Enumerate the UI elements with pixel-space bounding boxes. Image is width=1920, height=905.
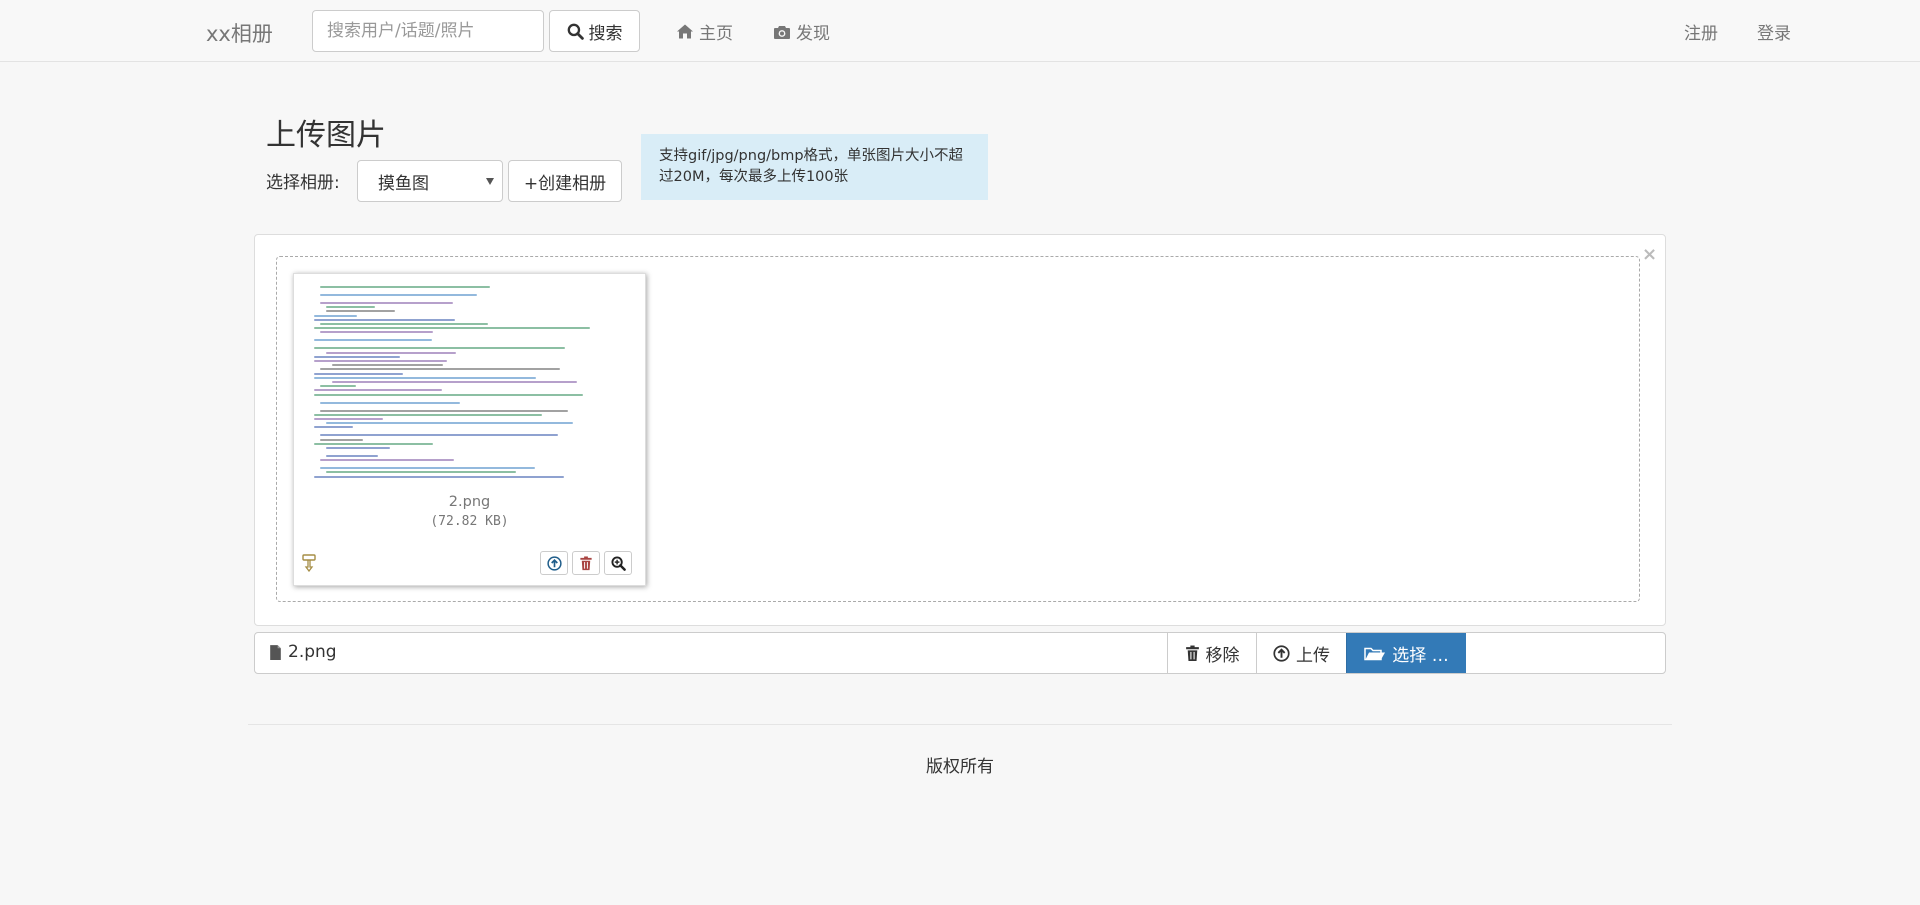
thumbnail-code-line [314,355,400,358]
file-caption-text: 2.png [288,642,337,662]
footer-copyright: 版权所有 [926,757,994,777]
nav-login-link[interactable]: 登录 [1757,19,1791,44]
thumbnail-code-line [320,294,477,296]
upload-icon [1273,644,1290,662]
remove-button[interactable]: 移除 [1167,633,1256,673]
preview-upload-button[interactable] [540,551,568,575]
upload-button-label: 上传 [1296,645,1330,666]
search-button-label: 搜索 [588,23,623,44]
thumbnail-code-line [326,351,457,354]
thumbnail-code-line [314,426,354,429]
thumbnail-code-line [320,368,560,371]
drag-handle-icon[interactable] [302,554,316,572]
thumbnail-code-line [320,323,488,325]
thumbnail-code-line [320,434,558,437]
thumbnail-code-line [326,422,574,425]
thumbnail-code-line [332,364,444,367]
thumbnail-code-line [314,339,432,342]
thumbnail-code-line [314,393,584,396]
create-album-button[interactable]: +创建相册 [508,160,622,202]
thumbnail-code-line [314,347,566,350]
remove-button-label: 移除 [1205,645,1240,666]
page-title: 上传图片 [266,118,386,153]
thumbnail-code-line [326,310,396,313]
preview-delete-button[interactable] [572,551,600,575]
thumbnail-code-line [326,471,516,474]
thumbnail-code-line [320,385,357,388]
brand-logo[interactable]: xx相册 [206,18,273,48]
thumbnail-code-line [320,438,363,441]
thumbnail-code-line [320,467,535,470]
chevron-down-icon [486,178,494,185]
nav-discover-link[interactable]: 发现 [773,19,830,44]
search-input[interactable] [312,10,544,52]
thumbnail-code-line [314,376,536,379]
upload-button[interactable]: 上传 [1256,633,1346,673]
thumbnail-code-line [314,475,565,478]
nav-register-link[interactable]: 注册 [1684,19,1718,44]
preview-thumbnail [306,282,636,492]
close-icon[interactable]: × [1642,244,1657,265]
album-select[interactable]: 摸鱼图 [357,160,503,202]
thumbnail-code-line [326,447,391,449]
file-caption[interactable]: 2.png [269,642,337,662]
upload-info-alert: 支持gif/jpg/png/bmp格式，单张图片大小不超过20M，每次最多上传1… [641,134,988,200]
file-preview-card: 2.png (72.82 KB) [293,273,646,586]
search-icon [567,23,584,40]
nav-home-link[interactable]: 主页 [676,19,733,44]
home-icon [677,24,693,39]
thumbnail-code-line [314,389,443,392]
file-icon [270,644,281,660]
footer-divider [248,724,1672,725]
thumbnail-code-line [314,327,591,330]
thumbnail-code-line [314,442,433,445]
search-button[interactable]: 搜索 [549,10,640,52]
nav-discover-label: 发现 [796,24,830,44]
nav-home-label: 主页 [699,24,733,44]
preview-filesize: (72.82 KB) [430,514,509,529]
thumbnail-code-line [320,459,454,462]
navbar: xx相册 搜索 主页 发现 注册 登录 [0,0,1920,62]
preview-filename: 2.png [448,494,491,510]
thumbnail-code-line [320,302,453,304]
thumbnail-code-line [314,318,456,321]
thumbnail-code-line [314,413,543,416]
thumbnail-code-line [320,401,461,404]
folder-open-icon [1364,647,1386,660]
zoom-icon [610,555,626,571]
album-select-value: 摸鱼图 [378,173,429,194]
trash-icon [1185,645,1199,661]
camera-icon [774,25,790,39]
browse-button-label: 选择 … [1392,645,1449,666]
thumbnail-code-line [314,314,357,317]
thumbnail-code-line [320,331,433,334]
thumbnail-code-line [320,409,569,412]
thumbnail-code-line [314,360,448,362]
album-label: 选择相册: [266,173,340,193]
thumbnail-code-line [314,372,404,375]
browse-button[interactable]: 选择 … [1346,633,1466,673]
thumbnail-code-line [326,306,376,309]
preview-zoom-button[interactable] [604,551,632,575]
thumbnail-code-line [326,455,378,457]
upload-icon [546,555,562,571]
thumbnail-code-line [332,381,578,383]
file-input-group: 2.png 移除 上传 选择 … [254,632,1666,674]
thumbnail-code-line [320,286,491,288]
thumbnail-code-line [314,418,383,420]
trash-icon [580,555,592,570]
